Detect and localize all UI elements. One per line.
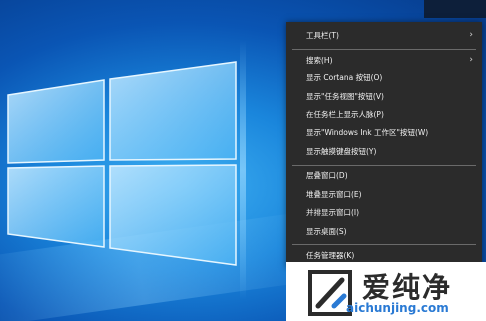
taskbar-context-menu: 工具栏(T) › 搜索(H) › 显示 Cortana 按钮(O) 显示"任务视… xyxy=(286,22,482,268)
watermark-title: 爱纯净 xyxy=(362,271,453,304)
watermark-url: aichunjing.com xyxy=(346,301,449,315)
menu-item-toolbars[interactable]: 工具栏(T) › xyxy=(286,26,482,45)
menu-item-label: 显示"任务视图"按钮(V) xyxy=(306,92,384,101)
menu-item-stack-windows[interactable]: 堆叠显示窗口(E) xyxy=(286,185,482,204)
menu-item-label: 并排显示窗口(I) xyxy=(306,208,360,217)
menu-item-show-cortana[interactable]: 显示 Cortana 按钮(O) xyxy=(286,68,482,87)
menu-separator xyxy=(292,49,476,50)
menu-item-label: 堆叠显示窗口(E) xyxy=(306,190,362,199)
menu-item-show-desktop[interactable]: 显示桌面(S) xyxy=(286,222,482,241)
menu-item-label: 显示"Windows Ink 工作区"按钮(W) xyxy=(306,128,429,137)
menu-item-show-touch-keyboard[interactable]: 显示触摸键盘按钮(Y) xyxy=(286,142,482,161)
screen-corner xyxy=(424,0,486,18)
menu-item-show-windows-ink[interactable]: 显示"Windows Ink 工作区"按钮(W) xyxy=(286,123,482,142)
menu-item-cascade-windows[interactable]: 层叠窗口(D) xyxy=(286,166,482,185)
chevron-right-icon: › xyxy=(469,30,473,40)
menu-item-show-people[interactable]: 在任务栏上显示人脉(P) xyxy=(286,105,482,124)
menu-item-label: 层叠窗口(D) xyxy=(306,171,348,180)
menu-item-label: 在任务栏上显示人脉(P) xyxy=(306,110,384,119)
watermark: 爱纯净 aichunjing.com xyxy=(286,262,486,321)
menu-separator xyxy=(292,244,476,245)
menu-item-label: 显示触摸键盘按钮(Y) xyxy=(306,147,377,156)
menu-item-side-by-side-windows[interactable]: 并排显示窗口(I) xyxy=(286,203,482,222)
menu-item-label: 显示桌面(S) xyxy=(306,227,347,236)
menu-item-label: 显示 Cortana 按钮(O) xyxy=(306,73,383,82)
menu-item-label: 工具栏(T) xyxy=(306,31,339,40)
menu-item-show-task-view[interactable]: 显示"任务视图"按钮(V) xyxy=(286,87,482,106)
